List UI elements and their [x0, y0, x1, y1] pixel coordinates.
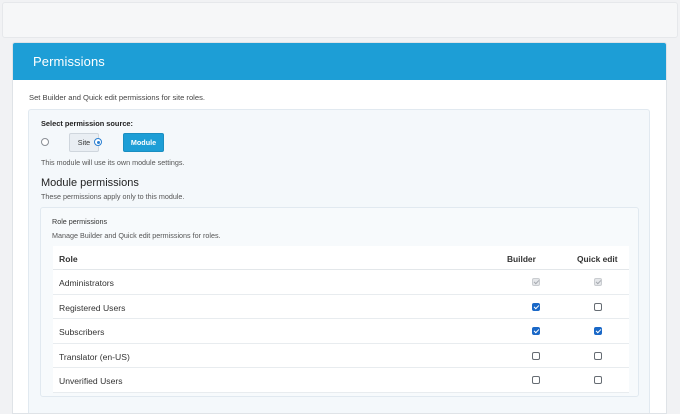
source-note: This module will use its own module sett…	[41, 158, 185, 167]
role-name: Translator (en-US)	[59, 351, 130, 362]
column-header-builder: Builder	[507, 254, 536, 264]
role-name: Registered Users	[59, 302, 126, 313]
role-permissions-card: Role permissions Manage Builder and Quic…	[40, 207, 639, 397]
builder-checkbox[interactable]	[532, 327, 540, 336]
role-name: Subscribers	[59, 327, 105, 338]
column-header-quick-edit: Quick edit	[577, 254, 618, 264]
quick-edit-checkbox[interactable]	[594, 302, 602, 311]
role-permissions-description: Manage Builder and Quick edit permission…	[52, 231, 221, 240]
table-row: Administrators	[53, 270, 629, 295]
module-source-button[interactable]: Module	[123, 133, 164, 152]
table-row: Registered Users	[53, 295, 629, 320]
role-permissions-table: Role Builder Quick edit Administrators R…	[53, 246, 629, 393]
source-label: Select permission source:	[41, 119, 134, 128]
site-radio[interactable]	[41, 138, 49, 146]
quick-edit-checkbox[interactable]	[594, 278, 602, 286]
builder-checkbox[interactable]	[532, 376, 540, 385]
builder-checkbox[interactable]	[532, 351, 540, 360]
quick-edit-checkbox[interactable]	[594, 376, 602, 385]
builder-checkbox[interactable]	[532, 278, 540, 286]
role-permissions-title: Role permissions	[52, 217, 108, 226]
panel-title: Permissions	[13, 43, 666, 80]
module-permissions-title: Module permissions	[41, 177, 139, 189]
table-row: Subscribers	[53, 319, 629, 344]
quick-edit-checkbox[interactable]	[594, 351, 602, 360]
top-toolbar-strip	[2, 2, 678, 38]
table-row: Unverified Users	[53, 368, 629, 393]
role-name: Unverified Users	[59, 376, 123, 387]
table-row: Translator (en-US)	[53, 344, 629, 369]
permission-source-section: Select permission source: Site Module Th…	[28, 109, 650, 413]
intro-text: Set Builder and Quick edit permissions f…	[29, 93, 205, 102]
column-header-role: Role	[59, 254, 78, 264]
quick-edit-checkbox[interactable]	[594, 327, 602, 336]
table-header-row: Role Builder Quick edit	[53, 246, 629, 270]
permissions-panel: Permissions Set Builder and Quick edit p…	[12, 42, 667, 414]
builder-checkbox[interactable]	[532, 302, 540, 311]
module-radio[interactable]	[94, 138, 102, 146]
role-name: Administrators	[59, 278, 114, 288]
module-permissions-subtitle: These permissions apply only to this mod…	[41, 192, 185, 201]
